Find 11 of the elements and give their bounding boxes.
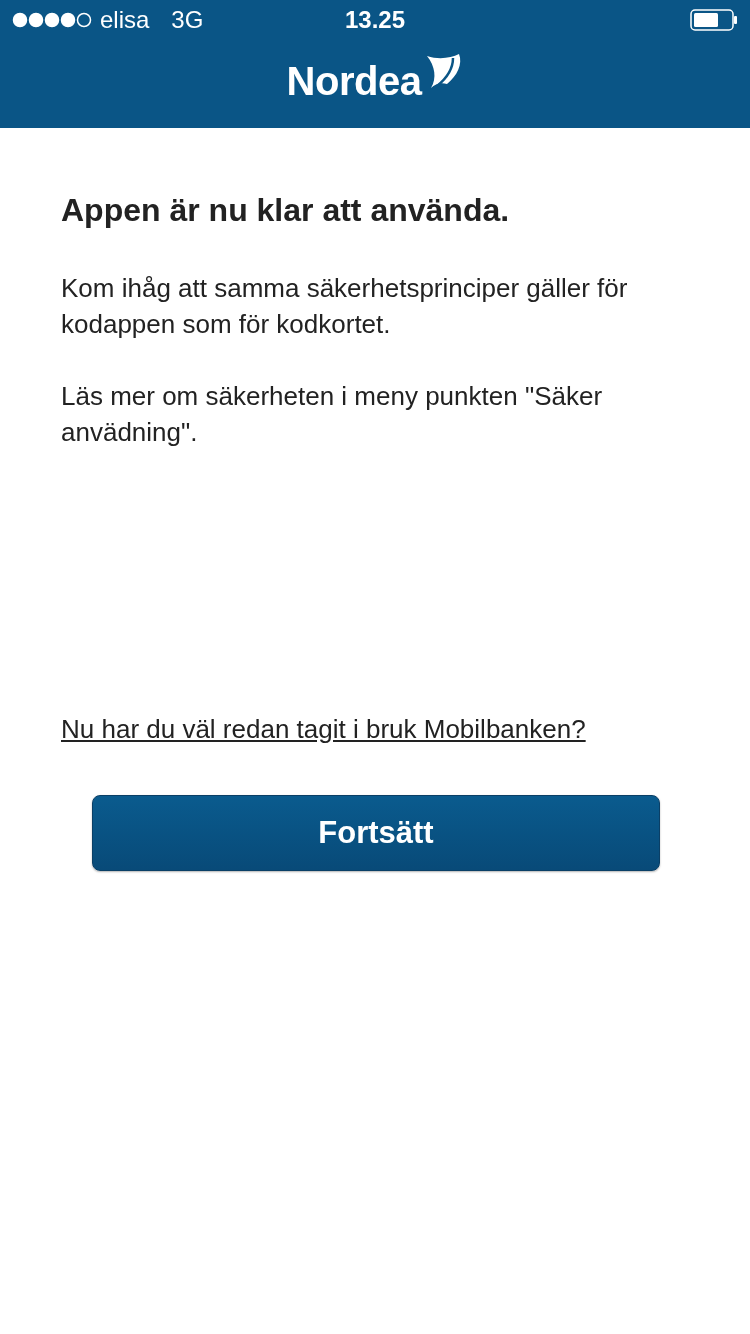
continue-button[interactable]: Fortsätt bbox=[92, 795, 660, 871]
info-paragraph: Kom ihåg att samma säkerhetsprinciper gäller för kodappen som för kodkortet. bbox=[61, 272, 629, 341]
carrier-name: elisa bbox=[100, 6, 150, 34]
signal-icon bbox=[12, 12, 92, 28]
page-title: Appen är nu klar att använda. bbox=[61, 191, 511, 230]
mobilbanken-link[interactable]: Nu har du väl redan tagit i bruk Mobilbanken? bbox=[61, 714, 586, 745]
battery-icon bbox=[690, 9, 738, 31]
info-paragraph: Läs mer om säkerheten i meny punkten "Säker anvädning". bbox=[61, 380, 604, 449]
clock-time: 13.25 bbox=[344, 6, 406, 34]
network-type: 3G bbox=[171, 6, 204, 34]
logo-text: Nordea bbox=[286, 58, 422, 104]
